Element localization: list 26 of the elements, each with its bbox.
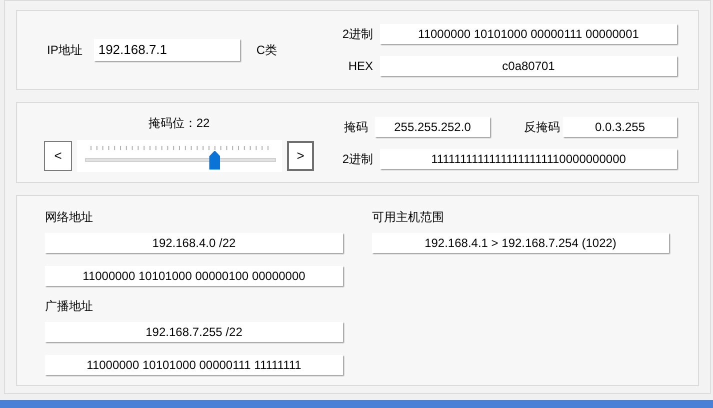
- field-label: 2进制: [342, 150, 373, 168]
- value-field: 192.168.4.0 /22: [45, 233, 343, 253]
- field-label: 反掩码: [524, 118, 560, 136]
- value-field: 11000000 10101000 00000100 00000000: [45, 266, 343, 286]
- field-label: 广播地址: [45, 298, 94, 315]
- field-label: C类: [256, 42, 278, 59]
- field-label: 可用主机范围: [372, 209, 445, 226]
- value-field: 0.0.3.255: [563, 116, 677, 136]
- value-field: 192.168.4.1 > 192.168.7.254 (1022): [372, 233, 669, 253]
- ip-input[interactable]: 192.168.7.1: [94, 39, 240, 61]
- value-field: 192.168.7.255 /22: [45, 322, 343, 342]
- value-field: c0a80701: [380, 56, 677, 76]
- field-label: 掩码位：22: [148, 114, 210, 132]
- field-label: 2进制: [342, 26, 373, 43]
- value-field: 11000000 10101000 00000111 00000001: [380, 24, 677, 44]
- slider-thumb[interactable]: [209, 150, 220, 170]
- field-label: HEX: [348, 58, 373, 75]
- next-button[interactable]: >: [287, 140, 314, 170]
- previous-button[interactable]: <: [44, 140, 72, 170]
- value-field: 11111111111111111111110000000000: [380, 148, 677, 168]
- field-label: 网络地址: [45, 209, 94, 226]
- field-label: 掩码: [344, 118, 368, 136]
- mask-slider[interactable]: [77, 140, 282, 172]
- value-field: 11000000 10101000 00000111 11111111: [45, 355, 343, 375]
- value-field: 255.255.252.0: [375, 116, 490, 136]
- field-label: IP地址: [47, 42, 82, 59]
